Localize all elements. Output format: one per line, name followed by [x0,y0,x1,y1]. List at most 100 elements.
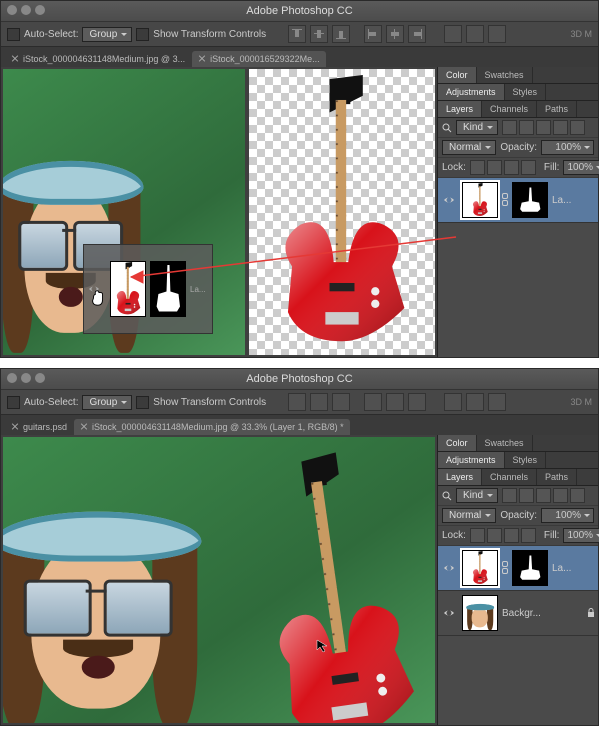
photoshop-window-top: Adobe Photoshop CC Auto-Select: Group Sh… [0,0,599,358]
photoshop-window-bottom: Adobe Photoshop CC Auto-Select: Group Sh… [0,368,599,726]
grab-cursor-icon [89,289,107,307]
align-icon[interactable] [288,393,306,411]
auto-select-dropdown[interactable]: Group [82,395,132,410]
options-bar: Auto-Select: Group Show Transform Contro… [1,22,598,47]
panel-tab-paths[interactable]: Paths [537,469,577,485]
visibility-toggle[interactable] [440,607,458,619]
auto-select-checkbox[interactable] [7,396,20,409]
distribute-icon[interactable] [488,25,506,43]
layer-thumbnail[interactable] [462,550,498,586]
close-icon[interactable] [198,55,206,63]
layer-thumbnail[interactable] [462,182,498,218]
link-icon[interactable] [502,561,508,575]
title-bar[interactable]: Adobe Photoshop CC [1,369,598,390]
align-left-icon[interactable] [364,25,382,43]
layer-row[interactable]: Backgr... [438,591,598,636]
distribute-icon[interactable] [488,393,506,411]
show-transform-checkbox[interactable] [136,396,149,409]
panel-tab-channels[interactable]: Channels [482,101,537,117]
search-icon[interactable] [442,123,452,133]
align-icon[interactable] [310,393,328,411]
close-icon[interactable] [11,55,19,63]
fill-label: Fill: [544,162,560,173]
align-vcenter-icon[interactable] [310,25,328,43]
layers-list: La... Backgr... [438,546,598,725]
layer-thumbnail[interactable] [462,595,498,631]
visibility-toggle[interactable] [440,562,458,574]
lock-label: Lock: [442,162,466,173]
distribute-icon[interactable] [466,25,484,43]
layer-row[interactable]: La... [438,546,598,591]
3d-mode-label[interactable]: 3D M [570,29,592,39]
document-tab[interactable]: iStock_000004631148Medium.jpg @ 33.3% (L… [74,419,350,435]
document-tab[interactable]: guitars.psd [5,419,73,435]
link-icon[interactable] [502,193,508,207]
panel-tab-adjustments[interactable]: Adjustments [438,452,505,468]
layer-filter-icons[interactable] [502,488,585,503]
visibility-toggle[interactable] [440,194,458,206]
layer-name[interactable]: Backgr... [502,608,582,619]
align-right-icon[interactable] [408,25,426,43]
panel-tab-layers[interactable]: Layers [438,469,482,485]
align-icon[interactable] [332,393,350,411]
layer-mask-thumbnail[interactable] [512,182,548,218]
placed-guitar[interactable] [239,445,428,723]
lock-icons[interactable] [470,160,536,175]
opacity-label: Opacity: [500,142,537,153]
layer-mask-thumbnail[interactable] [512,550,548,586]
title-bar[interactable]: Adobe Photoshop CC [1,1,598,22]
panel-tab-paths[interactable]: Paths [537,101,577,117]
lock-icon [586,608,596,618]
layers-list: La... [438,178,598,357]
auto-select-dropdown[interactable]: Group [82,27,132,42]
panel-tab-layers[interactable]: Layers [438,101,482,117]
panel-tab-swatches[interactable]: Swatches [477,435,533,451]
panel-tab-color[interactable]: Color [438,435,477,451]
document-tab[interactable]: iStock_000016529322Me... [192,51,326,67]
layer-filter-dropdown[interactable]: Kind [456,488,498,503]
panel-tab-swatches[interactable]: Swatches [477,67,533,83]
blend-mode-dropdown[interactable]: Normal [442,508,496,523]
opacity-field[interactable]: 100% [541,508,594,523]
distribute-icon[interactable] [444,393,462,411]
align-icon[interactable] [408,393,426,411]
distribute-icon[interactable] [444,25,462,43]
document-tab-bar: guitars.psd iStock_000004631148Medium.jp… [1,415,598,435]
align-top-icon[interactable] [288,25,306,43]
fill-field[interactable]: 100% [563,528,599,543]
panel-tab-styles[interactable]: Styles [505,84,547,100]
align-icon[interactable] [386,393,404,411]
panel-tab-channels[interactable]: Channels [482,469,537,485]
panel-tab-styles[interactable]: Styles [505,452,547,468]
layer-filter-icons[interactable] [502,120,585,135]
align-icon[interactable] [364,393,382,411]
layer-name[interactable]: La... [552,563,571,574]
canvas-guitar[interactable] [249,69,435,355]
distribute-icon[interactable] [466,393,484,411]
layer-name[interactable]: La... [552,195,571,206]
move-cursor-icon [315,638,331,654]
show-transform-label: Show Transform Controls [153,29,266,40]
document-tab-bar: iStock_000004631148Medium.jpg @ 3... iSt… [1,47,598,67]
window-controls[interactable] [7,5,45,15]
panel-tab-adjustments[interactable]: Adjustments [438,84,505,100]
layer-filter-dropdown[interactable]: Kind [456,120,498,135]
lock-icons[interactable] [470,528,536,543]
blend-mode-dropdown[interactable]: Normal [442,140,496,155]
layer-row[interactable]: La... [438,178,598,223]
canvas-hippie[interactable]: La... [3,69,245,355]
fill-field[interactable]: 100% [563,160,599,175]
show-transform-checkbox[interactable] [136,28,149,41]
close-icon[interactable] [80,423,88,431]
window-controls[interactable] [7,373,45,383]
app-title: Adobe Photoshop CC [246,5,352,17]
align-hcenter-icon[interactable] [386,25,404,43]
auto-select-checkbox[interactable] [7,28,20,41]
canvas-composite[interactable] [3,437,435,723]
panel-tab-color[interactable]: Color [438,67,477,83]
document-tab[interactable]: iStock_000004631148Medium.jpg @ 3... [5,51,191,67]
search-icon[interactable] [442,491,452,501]
align-bottom-icon[interactable] [332,25,350,43]
opacity-field[interactable]: 100% [541,140,594,155]
close-icon[interactable] [11,423,19,431]
